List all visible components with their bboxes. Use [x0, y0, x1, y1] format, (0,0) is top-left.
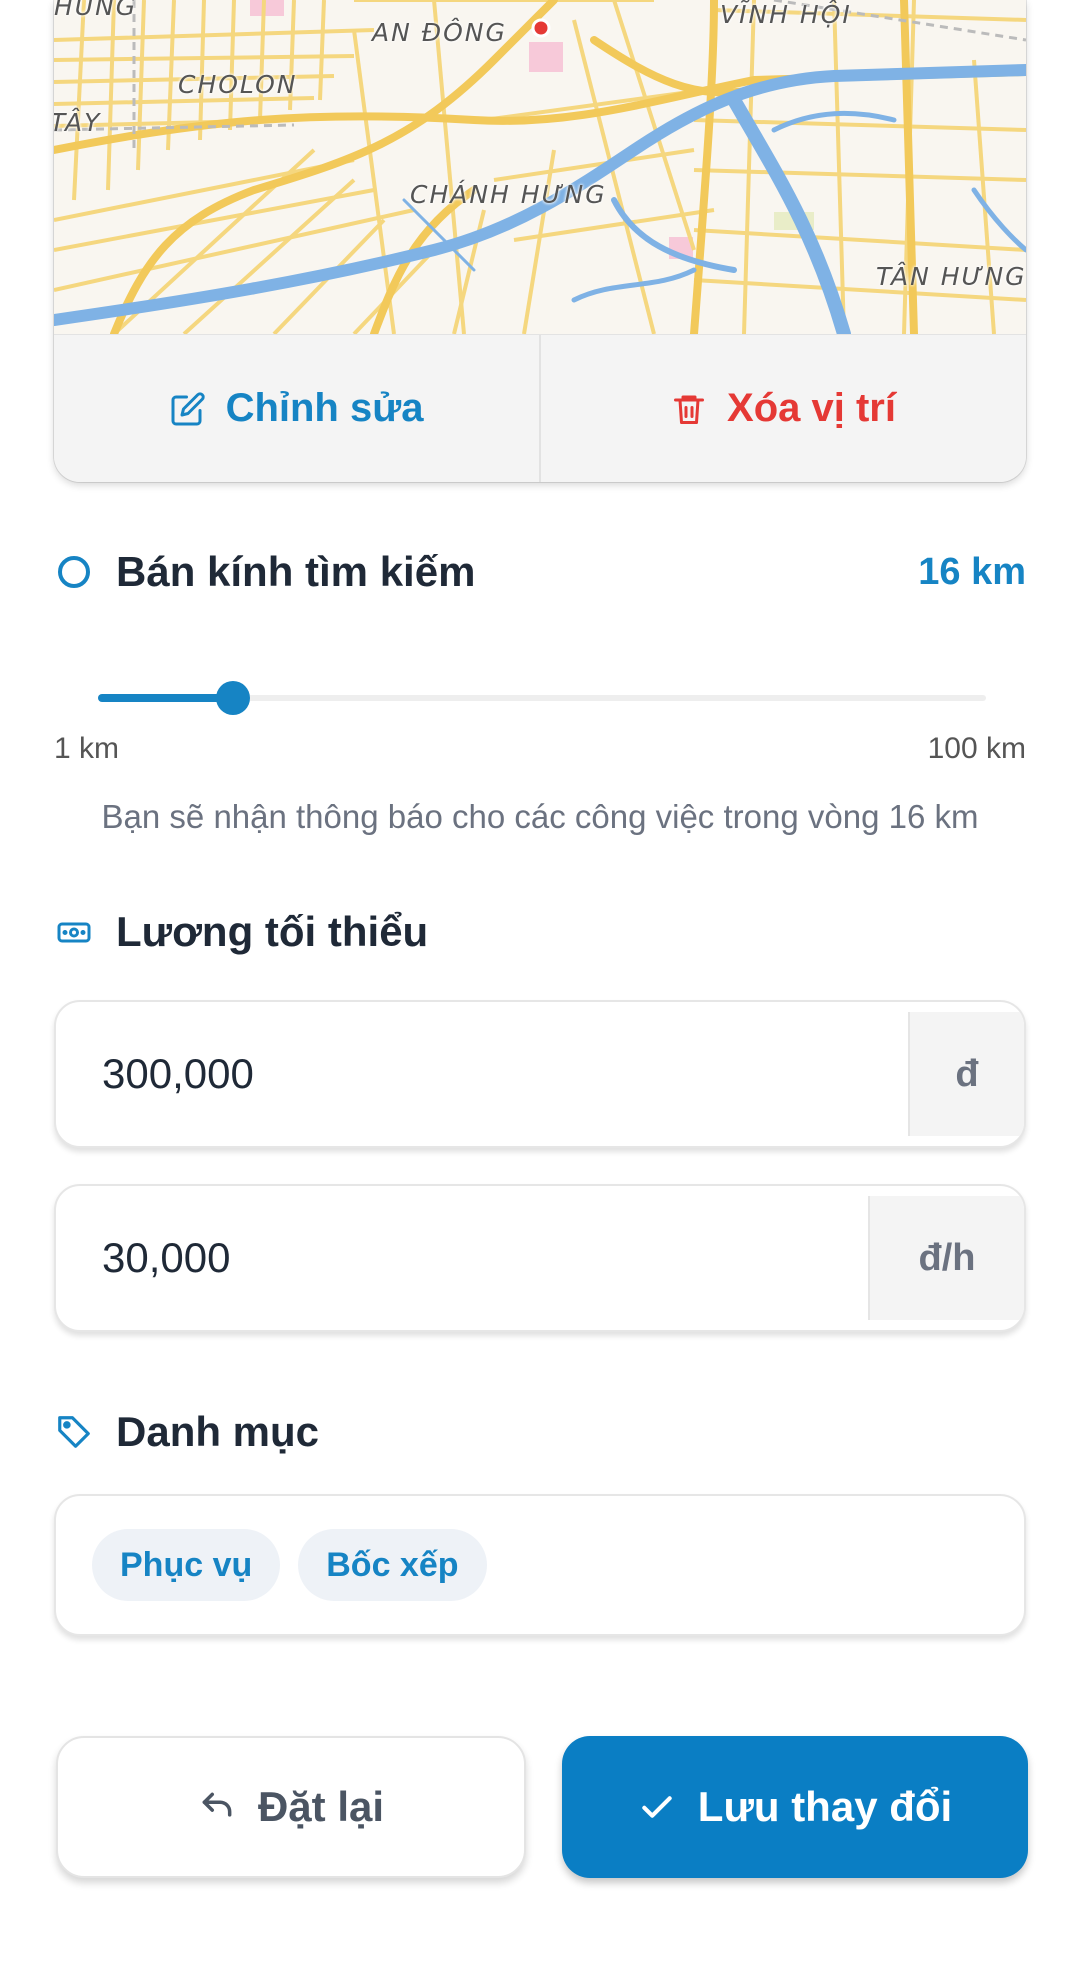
hourly-salary-input[interactable] [56, 1186, 868, 1330]
map-actions: Chỉnh sửa Xóa vị trí [54, 334, 1026, 482]
radius-note: Bạn sẽ nhận thông báo cho các công việc … [101, 798, 979, 835]
radius-slider[interactable] [98, 678, 986, 718]
category-title: Danh mục [116, 1408, 320, 1455]
location-map[interactable]: HUNG AN ĐÔNG VĨNH HỘI CHOLON TÂY CHÁNH H… [54, 0, 1026, 334]
hourly-salary-unit: đ/h [868, 1196, 1024, 1320]
map-label-vinh-hoi: VĨNH HỘI [720, 0, 852, 29]
hourly-salary-field: đ/h [54, 1184, 1026, 1332]
save-changes-label: Lưu thay đổi [697, 1783, 953, 1830]
slider-max-label: 100 km [927, 732, 1026, 765]
tag-icon [54, 1412, 94, 1452]
map-label-cholon: CHOLON [178, 70, 298, 99]
map-label-an-dong: AN ĐÔNG [372, 18, 507, 47]
undo-icon [202, 1792, 232, 1817]
radius-title: Bán kính tìm kiếm [116, 548, 476, 595]
radius-value: 16 km [918, 550, 1026, 593]
slider-fill [98, 694, 233, 702]
banknote-icon [54, 912, 94, 952]
salary-section-header: Lương tối thiểu [54, 908, 1026, 956]
radius-section-header: Bán kính tìm kiếm 16 km [54, 548, 1026, 596]
map-label-hung: HUNG [54, 0, 138, 21]
category-section-header: Danh mục [54, 1408, 1026, 1456]
category-selector[interactable]: Phục vụ Bốc xếp [54, 1494, 1026, 1636]
delete-location-label: Xóa vị trí [727, 386, 896, 430]
trash-icon [674, 395, 705, 424]
daily-salary-input[interactable] [56, 1002, 908, 1146]
category-chip-boc-xep[interactable]: Bốc xếp [298, 1529, 487, 1601]
pencil-square-icon [171, 391, 205, 425]
salary-title: Lương tối thiểu [116, 908, 429, 955]
edit-location-label: Chỉnh sửa [225, 386, 424, 430]
daily-salary-unit: đ [908, 1012, 1024, 1136]
location-map-card: HUNG AN ĐÔNG VĨNH HỘI CHOLON TÂY CHÁNH H… [54, 0, 1026, 482]
check-icon [642, 1796, 672, 1818]
slider-thumb[interactable] [216, 681, 250, 715]
reset-label: Đặt lại [257, 1783, 385, 1830]
save-changes-button[interactable]: Lưu thay đổi [562, 1736, 1028, 1878]
edit-location-button[interactable]: Chỉnh sửa [54, 335, 539, 482]
reset-button[interactable]: Đặt lại [56, 1736, 526, 1878]
map-label-chanh-hung: CHÁNH HƯNG [410, 180, 607, 209]
delete-location-button[interactable]: Xóa vị trí [539, 335, 1026, 482]
circle-icon [54, 552, 94, 592]
map-label-tay: TÂY [54, 108, 102, 137]
slider-min-label: 1 km [54, 732, 120, 765]
map-label-tan-hung: TÂN HƯNG [876, 262, 1026, 291]
category-chip-phuc-vu[interactable]: Phục vụ [92, 1529, 281, 1601]
daily-salary-field: đ [54, 1000, 1026, 1148]
